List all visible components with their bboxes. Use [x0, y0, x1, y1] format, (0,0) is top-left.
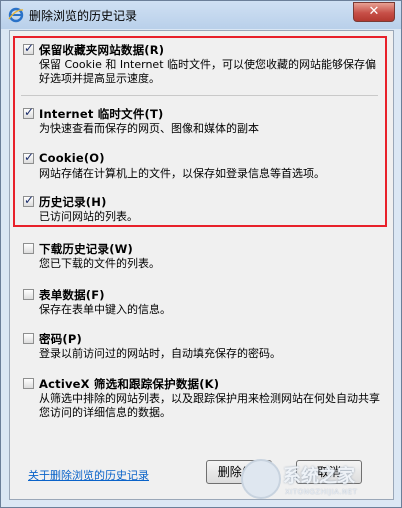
option-label: 下载历史记录(W) — [39, 242, 133, 256]
option-description: 为快速查看而保存的网页、图像和媒体的副本 — [39, 122, 259, 135]
option-label: Internet 临时文件(T) — [39, 107, 164, 121]
watermark: 系统之家 XITONGZHIJIA.NET — [241, 459, 399, 503]
option-description: 您已下载的文件的列表。 — [39, 257, 160, 270]
checkbox-activex-tracking[interactable] — [23, 378, 34, 389]
watermark-text: 系统之家 — [283, 466, 355, 487]
option-description: 保存在表单中键入的信息。 — [39, 303, 171, 316]
delete-history-dialog: 删除浏览的历史记录 ✕ ✓ 保留收藏夹网站数据(R) 保留 Cookie 和 I… — [0, 0, 402, 508]
option-description: 保留 Cookie 和 Internet 临时文件，可以使您收藏的网站能够保存偏… — [39, 58, 376, 85]
option-label: Cookie(O) — [39, 151, 105, 165]
checkbox-passwords[interactable] — [23, 333, 34, 344]
checkmark-icon: ✓ — [24, 105, 35, 119]
window-title: 删除浏览的历史记录 — [29, 9, 138, 23]
checkbox-history[interactable]: ✓ — [23, 193, 35, 207]
checkbox-keep-favorites[interactable]: ✓ — [23, 41, 35, 55]
option-description: 已访问网站的列表。 — [39, 210, 138, 223]
watermark-subtext: XITONGZHIJIA.NET — [285, 488, 358, 496]
close-button[interactable]: ✕ — [353, 2, 395, 22]
checkbox-form-data[interactable] — [23, 289, 34, 300]
option-label: 历史记录(H) — [39, 195, 107, 209]
watermark-logo-icon — [241, 459, 281, 499]
option-description: 网站存储在计算机上的文件，以保存如登录信息等首选项。 — [39, 167, 325, 180]
option-label: 表单数据(F) — [39, 288, 105, 302]
checkmark-icon: ✓ — [24, 41, 35, 55]
title-bar[interactable]: 删除浏览的历史记录 ✕ — [1, 1, 401, 29]
option-label: 密码(P) — [39, 332, 82, 346]
internet-explorer-icon — [8, 7, 24, 23]
checkbox-temp-files[interactable]: ✓ — [23, 105, 35, 119]
checkbox-download-history[interactable] — [23, 243, 34, 254]
checkmark-icon: ✓ — [24, 150, 35, 164]
option-description: 从筛选中排除的网站列表，以及跟踪保护用来检测网站在何处自动共享您访问的详细信息的… — [39, 392, 380, 419]
close-icon: ✕ — [368, 4, 380, 19]
separator — [21, 95, 378, 96]
option-label: 保留收藏夹网站数据(R) — [39, 43, 165, 57]
option-description: 登录以前访问过的网站时，自动填充保存的密码。 — [39, 347, 281, 360]
checkbox-cookies[interactable]: ✓ — [23, 150, 35, 164]
about-delete-history-link[interactable]: 关于删除浏览的历史记录 — [28, 467, 149, 483]
checkmark-icon: ✓ — [24, 193, 35, 207]
option-label: ActiveX 筛选和跟踪保护数据(K) — [39, 377, 220, 391]
